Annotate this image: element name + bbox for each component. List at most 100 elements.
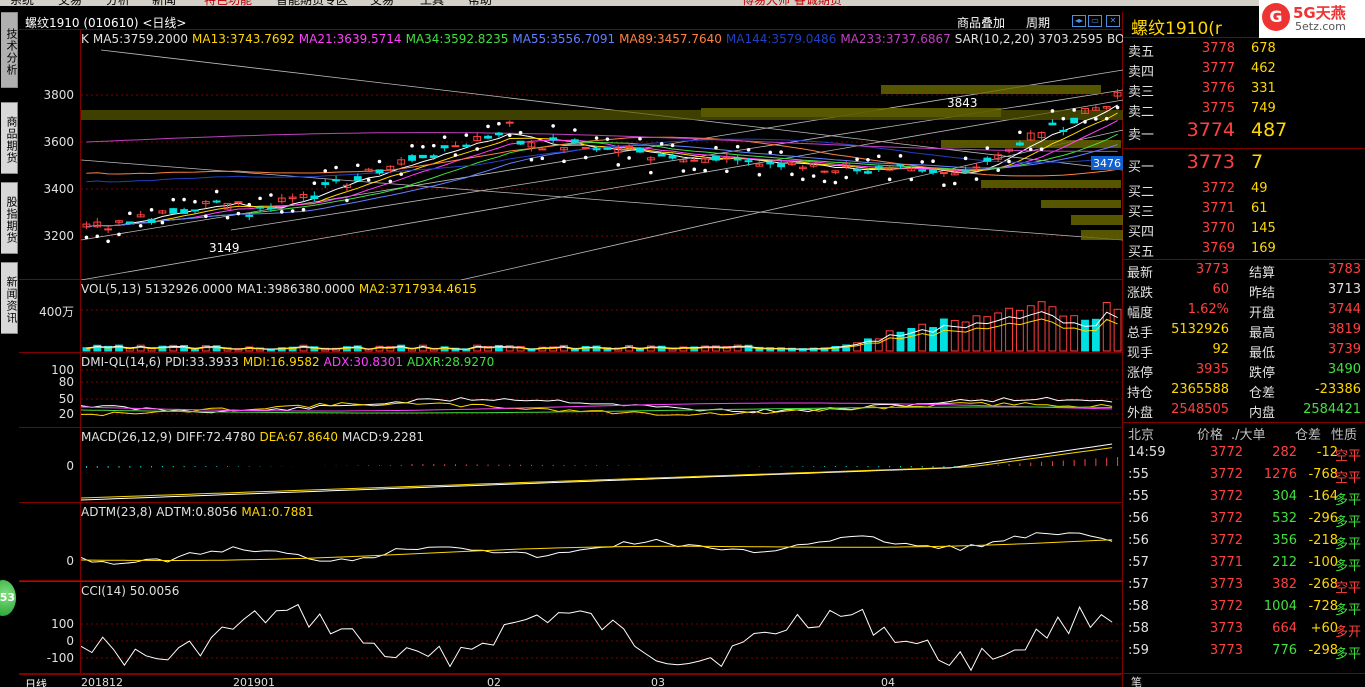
bid-volume: 7 (1251, 151, 1264, 173)
sar-dot (95, 234, 100, 239)
time-tick: 04 (881, 676, 895, 687)
candle-body (180, 209, 189, 214)
menu-item[interactable]: 智能期货专区 (276, 0, 348, 6)
macd-plot[interactable] (81, 428, 1123, 503)
ask-row[interactable]: 卖五 3778 678 (1123, 38, 1365, 60)
sar-dot (84, 235, 89, 240)
cci-pane[interactable]: 100 0 -100 CCI(14) 50.0056 (19, 581, 1123, 674)
bid-volume: 169 (1251, 241, 1276, 256)
volume-profile-bar (1081, 230, 1123, 240)
volume-profile-bar (81, 110, 1123, 120)
sar-dot (399, 172, 403, 176)
sar-dot (475, 147, 479, 151)
sar-dot (182, 197, 186, 202)
sar-dot (616, 163, 621, 167)
tab-index-futures[interactable]: 股指期货 (1, 182, 18, 254)
tab-commodity-futures[interactable]: 商品期货 (1, 102, 18, 174)
candle-body (147, 218, 156, 223)
ask-row[interactable]: 卖三 3776 331 (1123, 78, 1365, 100)
tick-row[interactable]: :57 3773 382 -268 空平 (1123, 574, 1365, 596)
tick-oi-change: -218 (1308, 533, 1338, 548)
sar-dot (1083, 120, 1087, 124)
window-close-icon[interactable]: ✕ (1106, 15, 1120, 27)
candle-body (332, 179, 340, 182)
dmi-plot[interactable] (81, 353, 1123, 428)
candle-body (864, 171, 872, 174)
volume-plot[interactable] (81, 280, 1123, 353)
cci-plot[interactable] (81, 582, 1123, 675)
menu-item[interactable]: 系统 (10, 0, 34, 6)
menu-item[interactable]: 交易 (58, 0, 82, 6)
tick-nature: 多平 (1334, 647, 1361, 662)
tab-news[interactable]: 新闻资讯 (1, 262, 18, 334)
sar-dot (1007, 159, 1011, 164)
tick-row[interactable]: :58 3772 1004 -728 多平 (1123, 596, 1365, 618)
sar-dot (1061, 116, 1066, 121)
menu-item[interactable]: 帮助 (468, 0, 492, 6)
window-left-icon[interactable]: ◂▸ (1072, 15, 1086, 27)
tick-price: 3772 (1209, 511, 1243, 526)
tick-row[interactable]: 14:59 3772 282 -12 空平 (1123, 442, 1365, 464)
time-tick: 201901 (233, 676, 275, 687)
bid-row[interactable]: 买四 3770 145 (1123, 218, 1365, 240)
macd-pane[interactable]: 0 MACD(26,12,9) DIFF:72.4780 DEA:67.8640 MA… (19, 428, 1123, 503)
volume-bar (983, 316, 992, 352)
tick-row[interactable]: :56 3772 356 -218 多平 (1123, 530, 1365, 552)
bid-row[interactable]: 买二 3772 49 (1123, 178, 1365, 200)
ticks-header-chg: 仓差 (1295, 428, 1322, 443)
floating-badge[interactable]: 53 (0, 580, 16, 616)
bid-row[interactable]: 买五 3769 169 (1123, 238, 1365, 260)
stat-label: 开盘 (1249, 306, 1276, 321)
candle-body (592, 148, 601, 151)
left-tab-strip: 技术分析 商品期货 股指期货 新闻资讯 53 (0, 12, 19, 687)
ask-row[interactable]: 卖四 3777 462 (1123, 58, 1365, 80)
ask-row[interactable]: 卖二 3775 749 (1123, 98, 1365, 120)
tick-price: 3771 (1209, 555, 1243, 570)
ticks-header-time: 北京 (1128, 428, 1155, 443)
bid-row[interactable]: 买三 3771 61 (1123, 198, 1365, 220)
menu-item[interactable]: 特色功能 (204, 0, 252, 6)
sar-dot (225, 215, 230, 220)
cci-tick: 100 (51, 617, 74, 631)
menu-item[interactable]: 工具 (420, 0, 444, 6)
chart-area: 螺纹1910 (010610) <日线> 商品叠加 周期 ◂▸ ▭ ✕ 3800… (19, 12, 1188, 687)
sar-dot (985, 146, 990, 150)
tick-row[interactable]: :58 3773 664 +60 多开 (1123, 618, 1365, 640)
volume-bar (885, 330, 894, 352)
tick-row[interactable]: :55 3772 304 -164 多平 (1123, 486, 1365, 508)
menu-item[interactable]: 交易 (370, 0, 394, 6)
tick-volume: 304 (1272, 489, 1297, 504)
tick-row[interactable]: :55 3772 1276 -768 空平 (1123, 464, 1365, 486)
volume-bar (1113, 308, 1122, 352)
kline-pane[interactable]: 3800 3600 3400 3200 K MA5:3759.2000 MA13:3… (19, 30, 1188, 280)
tick-time: :59 (1128, 643, 1149, 658)
footer-label: 笔 (1131, 676, 1142, 687)
overlay-button[interactable]: 商品叠加 (957, 14, 1005, 31)
tick-row[interactable]: :59 3773 776 -298 多平 (1123, 640, 1365, 662)
adtm-plot[interactable] (81, 503, 1123, 581)
period-button[interactable]: 周期 (1026, 14, 1050, 31)
sar-dot (931, 159, 935, 164)
tab-technical-analysis[interactable]: 技术分析 (1, 12, 18, 88)
volume-pane[interactable]: 400万 VOL(5,13) 5132926.0000 MA1:3986380.0… (19, 280, 1123, 353)
price-tick: 3600 (43, 135, 74, 149)
time-tick: 03 (651, 676, 665, 687)
candle-body (538, 148, 547, 151)
tick-row[interactable]: :56 3772 532 -296 多平 (1123, 508, 1365, 530)
tick-price: 3772 (1209, 467, 1243, 482)
tick-nature: 多开 (1334, 625, 1361, 640)
bid-row[interactable]: 买一 3773 7 (1123, 150, 1365, 178)
tick-row[interactable]: :57 3771 212 -100 多平 (1123, 552, 1365, 574)
adtm-pane[interactable]: 0 ADTM(23,8) ADTM:0.8056 MA1:0.7881 (19, 503, 1123, 581)
kline-plot[interactable]: 3843 3149 3476 (81, 30, 1123, 280)
tick-time: 14:59 (1128, 445, 1166, 460)
menu-item[interactable]: 分析 (106, 0, 130, 6)
tick-oi-change: -100 (1308, 555, 1338, 570)
window-restore-icon[interactable]: ▭ (1088, 15, 1102, 27)
ask-price: 3774 (1186, 119, 1235, 141)
menu-item[interactable]: 新闻 (152, 0, 176, 6)
ask-row[interactable]: 卖一 3774 487 (1123, 118, 1365, 146)
dmi-pane[interactable]: 100 80 50 20 DMI-QL(14,6) PDI:33.3933 MDI:… (19, 353, 1123, 428)
sar-dot (366, 178, 371, 182)
sar-dot (605, 137, 610, 141)
